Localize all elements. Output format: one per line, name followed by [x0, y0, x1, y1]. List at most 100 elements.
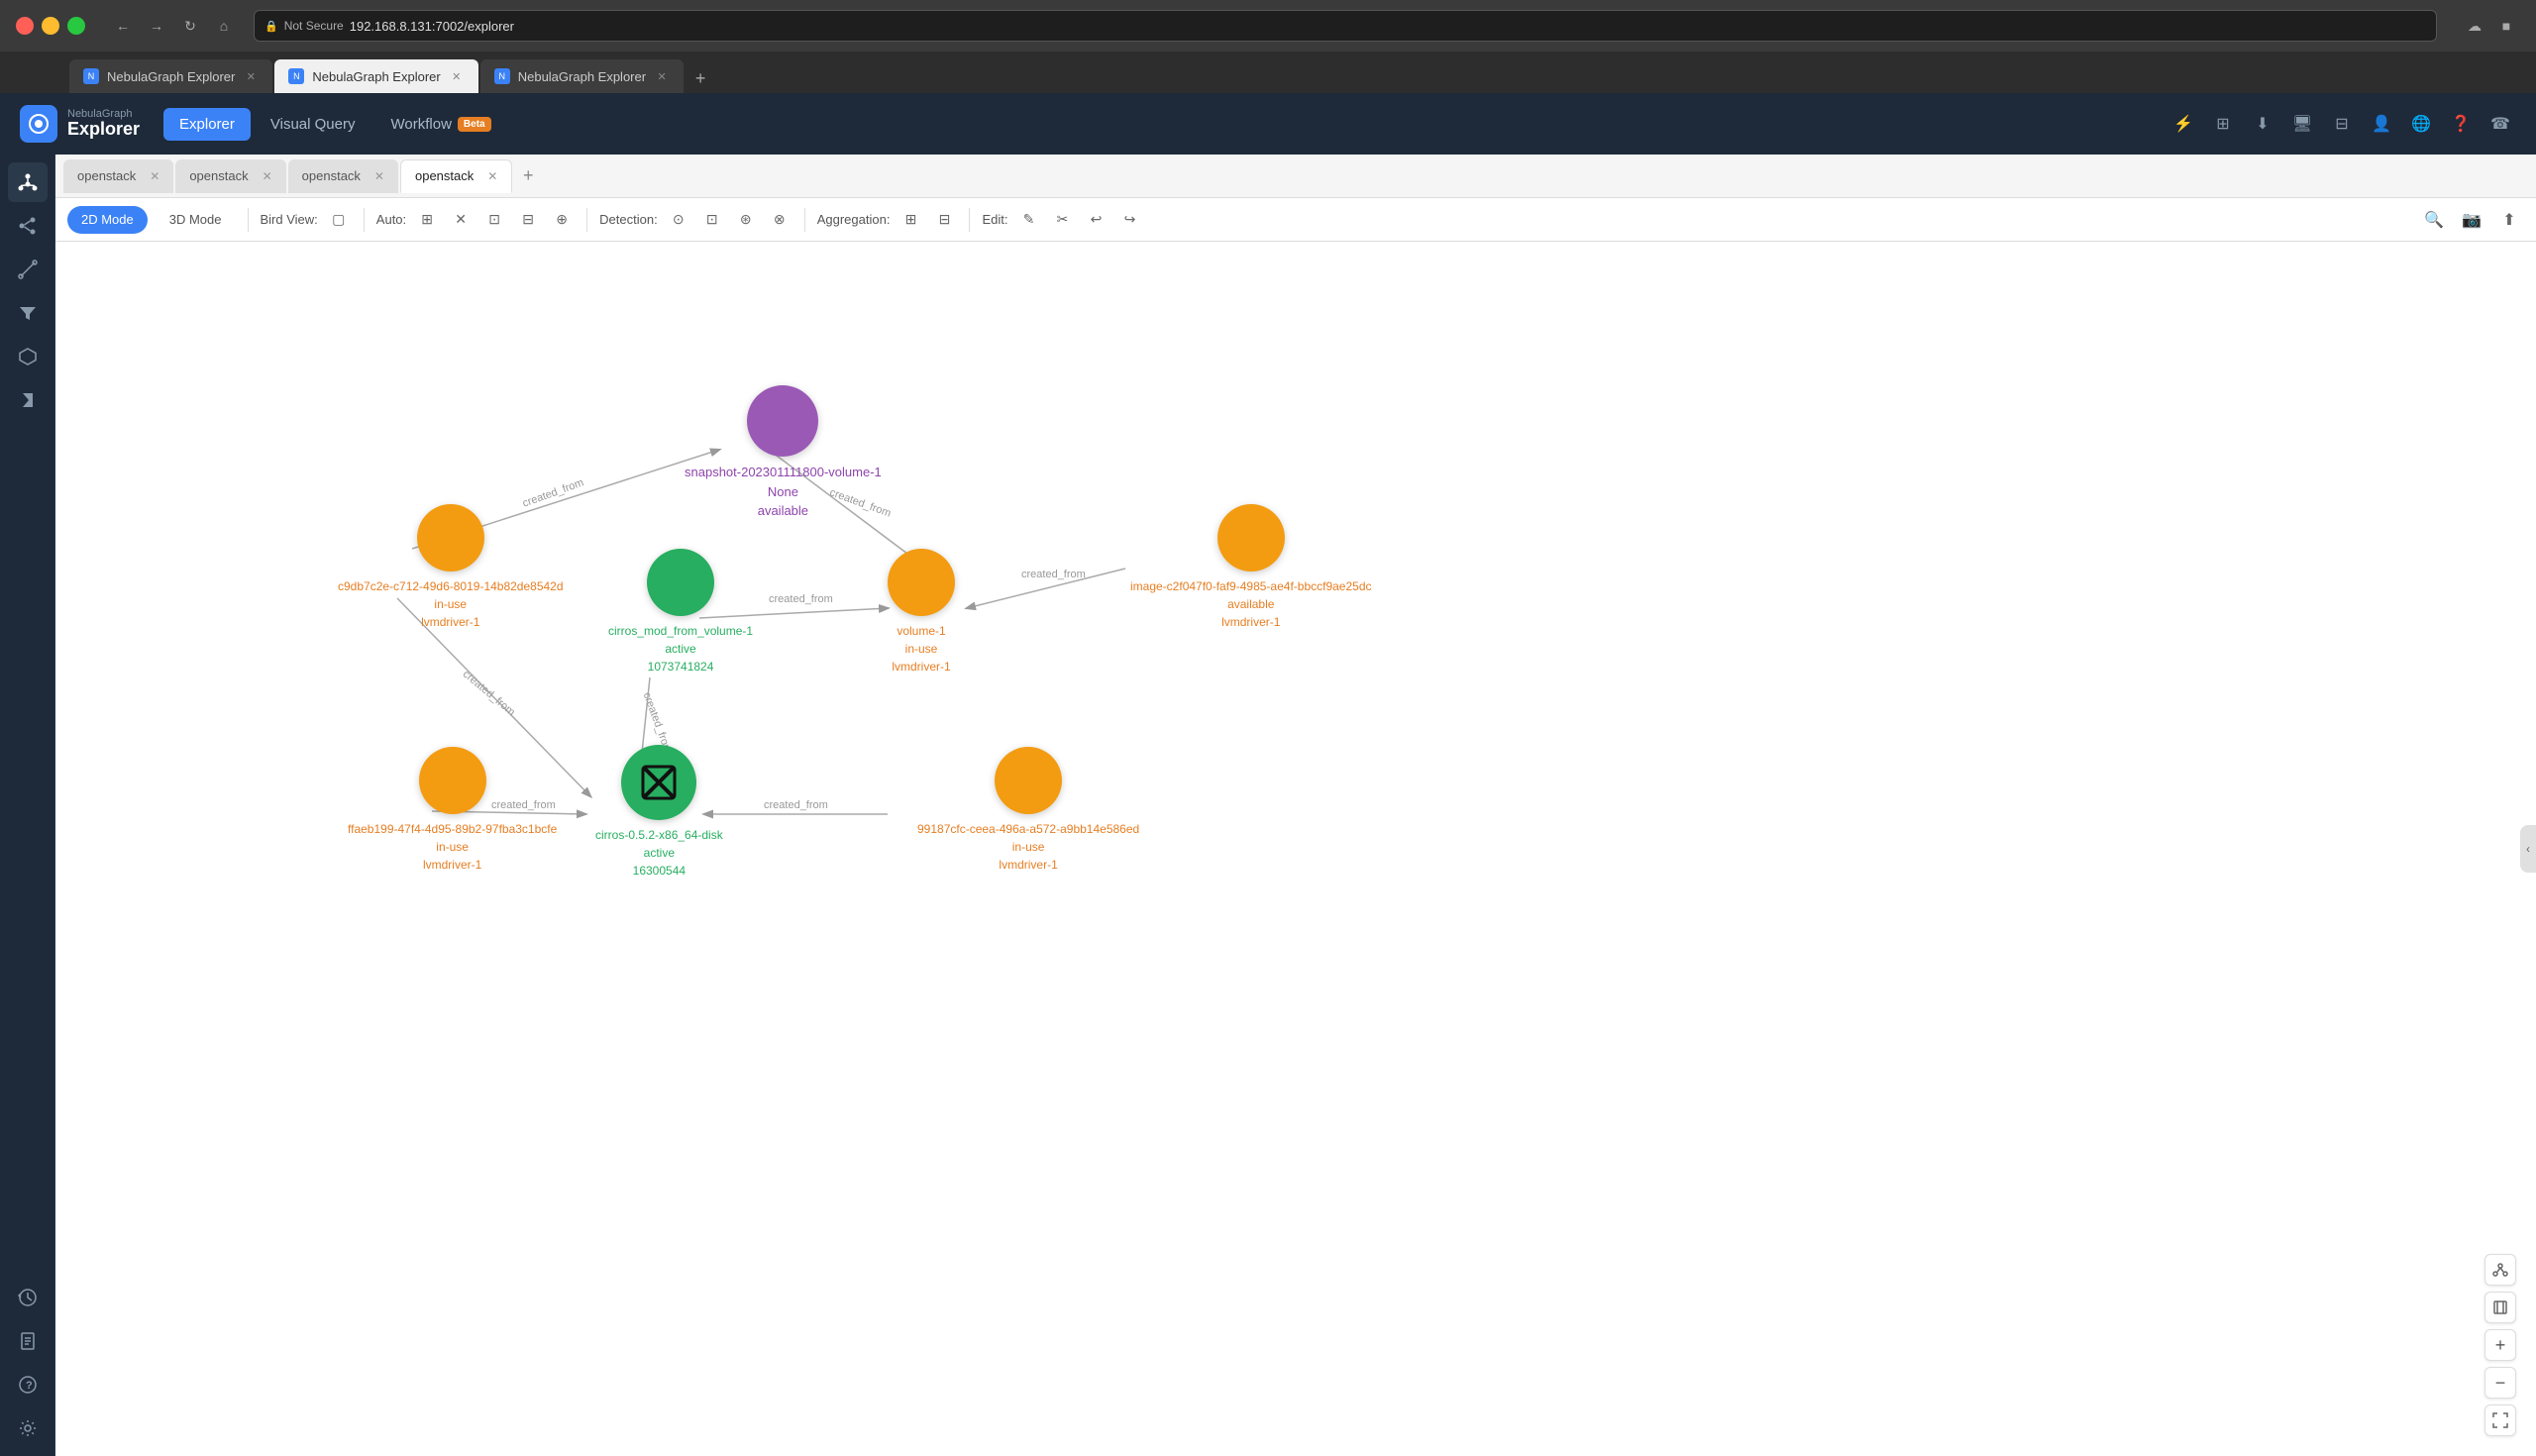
tool-icon-3[interactable]: ⬇ — [2247, 108, 2278, 140]
canvas-tab-4-close[interactable]: ✕ — [487, 169, 497, 183]
node-cirros-disk-label3: 16300544 — [595, 862, 723, 880]
browser-tab-2[interactable]: N NebulaGraph Explorer ✕ — [274, 59, 477, 93]
reload-button[interactable]: ↻ — [176, 12, 204, 40]
node-cirros-mod[interactable]: cirros_mod_from_volume-1 active 10737418… — [608, 549, 753, 676]
node-cirros-disk[interactable]: cirros-0.5.2-x86_64-disk active 16300544 — [595, 745, 723, 880]
extension-icon[interactable]: ■ — [2492, 12, 2520, 40]
detection-btn-1[interactable]: ⊙ — [666, 207, 691, 233]
node-bottom-left[interactable]: ffaeb199-47f4-4d95-89b2-97fba3c1bcfe in-… — [348, 747, 557, 874]
browser-tab-1[interactable]: N NebulaGraph Explorer ✕ — [69, 59, 272, 93]
sidebar-item-settings[interactable] — [8, 1408, 48, 1448]
tool-icon-7[interactable]: 🌐 — [2405, 108, 2437, 140]
main-area: ? openstack ✕ openstack ✕ — [0, 155, 2536, 1456]
canvas-add-tab-button[interactable]: + — [514, 162, 542, 190]
auto-btn-2[interactable]: ✕ — [448, 207, 474, 233]
tool-icon-8[interactable]: ❓ — [2445, 108, 2477, 140]
detection-label: Detection: — [599, 212, 658, 227]
node-image-right[interactable]: image-c2f047f0-faf9-4985-ae4f-bbccf9ae25… — [1130, 504, 1372, 631]
search-btn[interactable]: 🔍 — [2419, 205, 2449, 235]
aggregation-btn-1[interactable]: ⊞ — [898, 207, 923, 233]
node-cirros-disk-label1: cirros-0.5.2-x86_64-disk — [595, 826, 723, 844]
tab-close-3[interactable]: ✕ — [654, 68, 670, 84]
tab-label-2: NebulaGraph Explorer — [312, 69, 440, 84]
sidebar-item-hex[interactable] — [8, 337, 48, 376]
sidebar-item-graph[interactable] — [8, 162, 48, 202]
nav-visual-query[interactable]: Visual Query — [255, 108, 371, 141]
bird-view-label: Bird View: — [261, 212, 318, 227]
edit-btn-1[interactable]: ✎ — [1015, 207, 1041, 233]
sidebar-item-docs[interactable] — [8, 1321, 48, 1361]
fullscreen-button[interactable] — [67, 17, 85, 35]
canvas-tab-2[interactable]: openstack ✕ — [175, 159, 285, 193]
canvas-tab-3-close[interactable]: ✕ — [374, 169, 384, 183]
node-snapshot[interactable]: snapshot-202301111800-volume-1 None avai… — [685, 385, 882, 521]
nav-workflow[interactable]: Workflow Beta — [375, 108, 507, 141]
edit-label: Edit: — [982, 212, 1007, 227]
toolbar-divider-1 — [248, 208, 249, 232]
detection-btn-3[interactable]: ⊛ — [733, 207, 759, 233]
forward-button[interactable]: → — [143, 12, 170, 40]
detection-btn-2[interactable]: ⊡ — [699, 207, 725, 233]
tool-icon-6[interactable]: 👤 — [2366, 108, 2397, 140]
detection-btn-4[interactable]: ⊗ — [767, 207, 792, 233]
sidebar-item-filter[interactable] — [8, 293, 48, 333]
url-text: 192.168.8.131:7002/explorer — [350, 19, 514, 34]
new-tab-button[interactable]: + — [686, 63, 715, 93]
aggregation-btn-2[interactable]: ⊟ — [931, 207, 957, 233]
node-volume-1[interactable]: volume-1 in-use lvmdriver-1 — [888, 549, 955, 676]
back-button[interactable]: ← — [109, 12, 137, 40]
sidebar-item-line[interactable] — [8, 250, 48, 289]
tool-icon-5[interactable]: ⊟ — [2326, 108, 2358, 140]
home-button[interactable]: ⌂ — [210, 12, 238, 40]
fit-to-screen-button[interactable] — [2484, 1404, 2516, 1436]
browser-actions-right: ☁ ■ — [2461, 12, 2520, 40]
node-vol1-label2: in-use — [892, 640, 950, 658]
node-bottom-right[interactable]: 99187cfc-ceea-496a-a572-a9bb14e586ed in-… — [917, 747, 1139, 874]
tab-close-1[interactable]: ✕ — [243, 68, 259, 84]
edge-label-5: created_from — [461, 669, 517, 719]
zoom-out-button[interactable]: − — [2484, 1367, 2516, 1399]
zoom-in-button[interactable]: + — [2484, 1329, 2516, 1361]
minimize-button[interactable] — [42, 17, 59, 35]
right-collapse-button[interactable]: ‹ — [2520, 825, 2536, 873]
sidebar-item-share[interactable] — [8, 206, 48, 246]
tool-icon-1[interactable]: ⚡ — [2167, 108, 2199, 140]
canvas-tab-4[interactable]: openstack ✕ — [400, 159, 512, 193]
node-br-label1: 99187cfc-ceea-496a-a572-a9bb14e586ed — [917, 820, 1139, 838]
node-volume-left[interactable]: c9db7c2e-c712-49d6-8019-14b82de8542d in-… — [338, 504, 564, 631]
undo-btn[interactable]: ↩ — [1083, 207, 1109, 233]
mini-tool-graph[interactable] — [2484, 1254, 2516, 1286]
canvas-tab-3[interactable]: openstack ✕ — [288, 159, 398, 193]
2d-mode-button[interactable]: 2D Mode — [67, 206, 148, 234]
canvas-tab-1-close[interactable]: ✕ — [150, 169, 159, 183]
sidebar-item-history[interactable] — [8, 1278, 48, 1317]
canvas-tab-1[interactable]: openstack ✕ — [63, 159, 173, 193]
auto-btn-1[interactable]: ⊞ — [414, 207, 440, 233]
auto-label: Auto: — [376, 212, 406, 227]
sidebar: ? — [0, 155, 55, 1456]
auto-btn-4[interactable]: ⊟ — [515, 207, 541, 233]
close-button[interactable] — [16, 17, 34, 35]
canvas-tab-2-close[interactable]: ✕ — [263, 169, 272, 183]
browser-chrome: ← → ↻ ⌂ 🔒 Not Secure 192.168.8.131:7002/… — [0, 0, 2536, 93]
nav-explorer[interactable]: Explorer — [163, 108, 251, 141]
auto-btn-5[interactable]: ⊕ — [549, 207, 575, 233]
graph-canvas[interactable]: created_from created_from created_from c… — [55, 242, 2536, 1456]
tool-icon-9[interactable]: ☎ — [2484, 108, 2516, 140]
bird-view-toggle[interactable]: ▢ — [326, 207, 352, 233]
export-btn[interactable]: ⬆ — [2494, 205, 2524, 235]
cloud-icon[interactable]: ☁ — [2461, 12, 2488, 40]
auto-btn-3[interactable]: ⊡ — [481, 207, 507, 233]
address-bar[interactable]: 🔒 Not Secure 192.168.8.131:7002/explorer — [254, 10, 2437, 42]
mini-tool-frame[interactable] — [2484, 1292, 2516, 1323]
camera-btn[interactable]: 📷 — [2457, 205, 2486, 235]
tab-close-2[interactable]: ✕ — [449, 68, 465, 84]
browser-tab-3[interactable]: N NebulaGraph Explorer ✕ — [480, 59, 684, 93]
redo-btn[interactable]: ↪ — [1116, 207, 1142, 233]
3d-mode-button[interactable]: 3D Mode — [156, 206, 236, 234]
tool-icon-2[interactable]: ⊞ — [2207, 108, 2239, 140]
sidebar-item-help[interactable]: ? — [8, 1365, 48, 1404]
edit-btn-2[interactable]: ✂ — [1049, 207, 1075, 233]
sidebar-item-sigma[interactable] — [8, 380, 48, 420]
tool-icon-4[interactable]: 🖥 — [2286, 108, 2318, 140]
